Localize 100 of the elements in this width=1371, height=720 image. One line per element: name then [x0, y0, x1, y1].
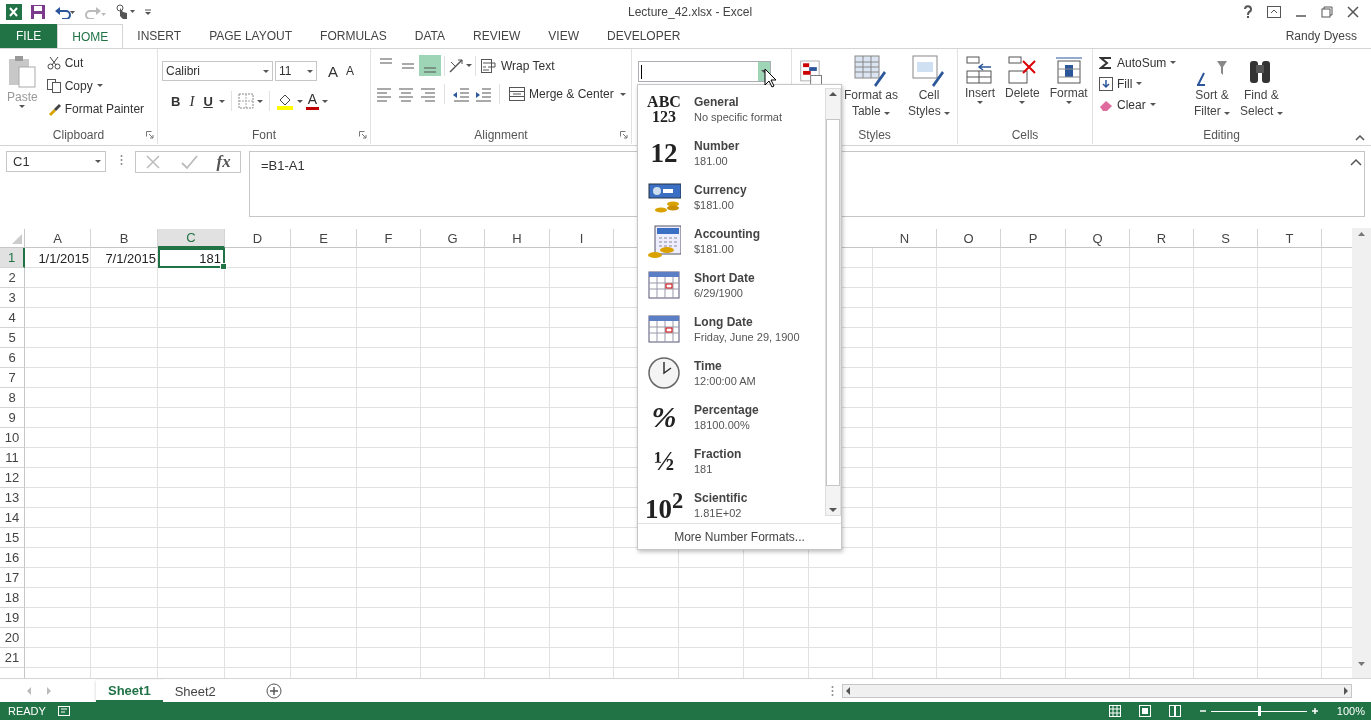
column-header[interactable]: H: [485, 229, 550, 248]
ribbon-tab[interactable]: INSERT: [123, 24, 196, 48]
row-header[interactable]: 2: [0, 268, 25, 288]
fill-button[interactable]: Fill: [1097, 74, 1187, 93]
row-header[interactable]: 19: [0, 608, 25, 628]
row-header[interactable]: 6: [0, 348, 25, 368]
customize-icon[interactable]: [144, 8, 152, 16]
table-cell[interactable]: 7/1/2015: [91, 248, 158, 268]
align-right-icon[interactable]: [419, 86, 437, 102]
column-header[interactable]: E: [291, 229, 357, 248]
macro-record-icon[interactable]: [58, 706, 70, 716]
format-cells-button[interactable]: Format: [1046, 53, 1091, 126]
column-header[interactable]: R: [1130, 229, 1194, 248]
save-icon[interactable]: [30, 4, 46, 20]
grow-font-button[interactable]: A: [325, 61, 341, 81]
add-sheet-icon[interactable]: [265, 683, 282, 699]
row-header[interactable]: 14: [0, 508, 25, 528]
touch-icon[interactable]: [114, 4, 136, 20]
insert-function-button[interactable]: fx: [216, 152, 231, 172]
collapse-icon[interactable]: [1350, 158, 1362, 166]
font-color-button[interactable]: A: [305, 92, 320, 110]
orientation-icon[interactable]: [448, 57, 466, 74]
align-center-icon[interactable]: [397, 86, 415, 102]
row-header[interactable]: 3: [0, 288, 25, 308]
normal-view-icon[interactable]: [1108, 705, 1121, 717]
table-cell[interactable]: 1/1/2015: [25, 248, 91, 268]
column-header[interactable]: S: [1194, 229, 1258, 248]
row-header[interactable]: 7: [0, 368, 25, 388]
row-header[interactable]: 18: [0, 588, 25, 608]
ribbon-tab[interactable]: HOME: [57, 24, 124, 49]
dialog-launcher-icon[interactable]: [146, 131, 154, 139]
dialog-launcher-icon[interactable]: [620, 131, 628, 139]
decrease-indent-icon[interactable]: [452, 86, 470, 102]
row-header[interactable]: 4: [0, 308, 25, 328]
merge-center-button[interactable]: Merge & Center: [507, 84, 616, 104]
menu-scrollbar[interactable]: [825, 88, 841, 516]
fill-handle[interactable]: [220, 263, 227, 270]
fill-color-icon[interactable]: [275, 92, 294, 110]
column-header[interactable]: I: [550, 229, 614, 248]
row-header[interactable]: 20: [0, 628, 25, 648]
column-header[interactable]: N: [873, 229, 937, 248]
delete-cells-button[interactable]: Delete: [1002, 53, 1043, 126]
find-select-button[interactable]: Find & Select: [1237, 53, 1286, 126]
column-header[interactable]: G: [421, 229, 485, 248]
sort-filter-button[interactable]: Sort & Filter: [1191, 53, 1233, 126]
menu-item[interactable]: Accounting $181.00: [638, 219, 823, 263]
menu-item[interactable]: Short Date 6/29/1900: [638, 263, 823, 307]
cut-button[interactable]: Cut: [44, 53, 147, 72]
font-name-field[interactable]: Calibri: [162, 61, 273, 81]
row-header[interactable]: 16: [0, 548, 25, 568]
undo-icon[interactable]: [54, 5, 76, 19]
row-header[interactable]: 12: [0, 468, 25, 488]
wrap-text-button[interactable]: Wrap Text: [479, 56, 557, 75]
zoom-out-icon[interactable]: [1198, 707, 1207, 715]
menu-item[interactable]: 10$^{2}$ Scientific 1.81E+02: [638, 483, 823, 527]
close-icon[interactable]: [1347, 6, 1359, 18]
bold-button[interactable]: B: [168, 91, 184, 111]
italic-button[interactable]: I: [186, 91, 198, 111]
column-header[interactable]: O: [937, 229, 1001, 248]
row-header[interactable]: 21: [0, 648, 25, 668]
row-header[interactable]: 1: [0, 248, 25, 268]
menu-item[interactable]: ½ Fraction 181: [638, 439, 823, 483]
column-header[interactable]: F: [357, 229, 421, 248]
row-header[interactable]: 5: [0, 328, 25, 348]
user-name[interactable]: Randy Dyess: [1285, 29, 1357, 43]
table-cell[interactable]: 181: [158, 248, 225, 268]
page-break-icon[interactable]: [1168, 705, 1181, 717]
vertical-scrollbar[interactable]: [1352, 228, 1371, 678]
row-header[interactable]: 8: [0, 388, 25, 408]
page-layout-icon[interactable]: [1138, 705, 1151, 717]
collapse-ribbon-icon[interactable]: [1355, 135, 1365, 141]
autosum-button[interactable]: AutoSum: [1097, 53, 1187, 72]
clear-button[interactable]: Clear: [1097, 95, 1187, 114]
column-header[interactable]: D: [225, 229, 291, 248]
cell-styles-button[interactable]: Cell Styles: [904, 53, 953, 126]
row-header[interactable]: 17: [0, 568, 25, 588]
menu-item[interactable]: ABC 123 General No specific format: [638, 87, 823, 131]
menu-item[interactable]: Currency $181.00: [638, 175, 823, 219]
increase-indent-icon[interactable]: [474, 86, 492, 102]
font-size-field[interactable]: 11: [275, 61, 317, 81]
underline-button[interactable]: U: [200, 91, 216, 111]
column-header[interactable]: Q: [1066, 229, 1130, 248]
column-header[interactable]: P: [1001, 229, 1066, 248]
align-left-icon[interactable]: [375, 86, 393, 102]
name-box[interactable]: C1: [6, 151, 106, 172]
maximize-icon[interactable]: [1321, 6, 1333, 18]
menu-item[interactable]: % Percentage 18100.00%: [638, 395, 823, 439]
ribbon-tab[interactable]: REVIEW: [459, 24, 535, 48]
more-formats-link[interactable]: More Number Formats...: [674, 530, 805, 544]
column-header[interactable]: A: [25, 229, 91, 248]
menu-item[interactable]: Long Date Friday, June 29, 1900: [638, 307, 823, 351]
zoom-level[interactable]: 100%: [1336, 705, 1365, 717]
column-header[interactable]: C: [158, 229, 225, 248]
row-header[interactable]: 15: [0, 528, 25, 548]
horizontal-scrollbar[interactable]: [842, 684, 1352, 698]
shrink-font-button[interactable]: A: [343, 61, 358, 81]
row-header[interactable]: 13: [0, 488, 25, 508]
format-painter-button[interactable]: Format Painter: [44, 99, 147, 118]
menu-item[interactable]: Time 12:00:00 AM: [638, 351, 823, 395]
menu-item[interactable]: 12 Number 181.00: [638, 131, 823, 175]
